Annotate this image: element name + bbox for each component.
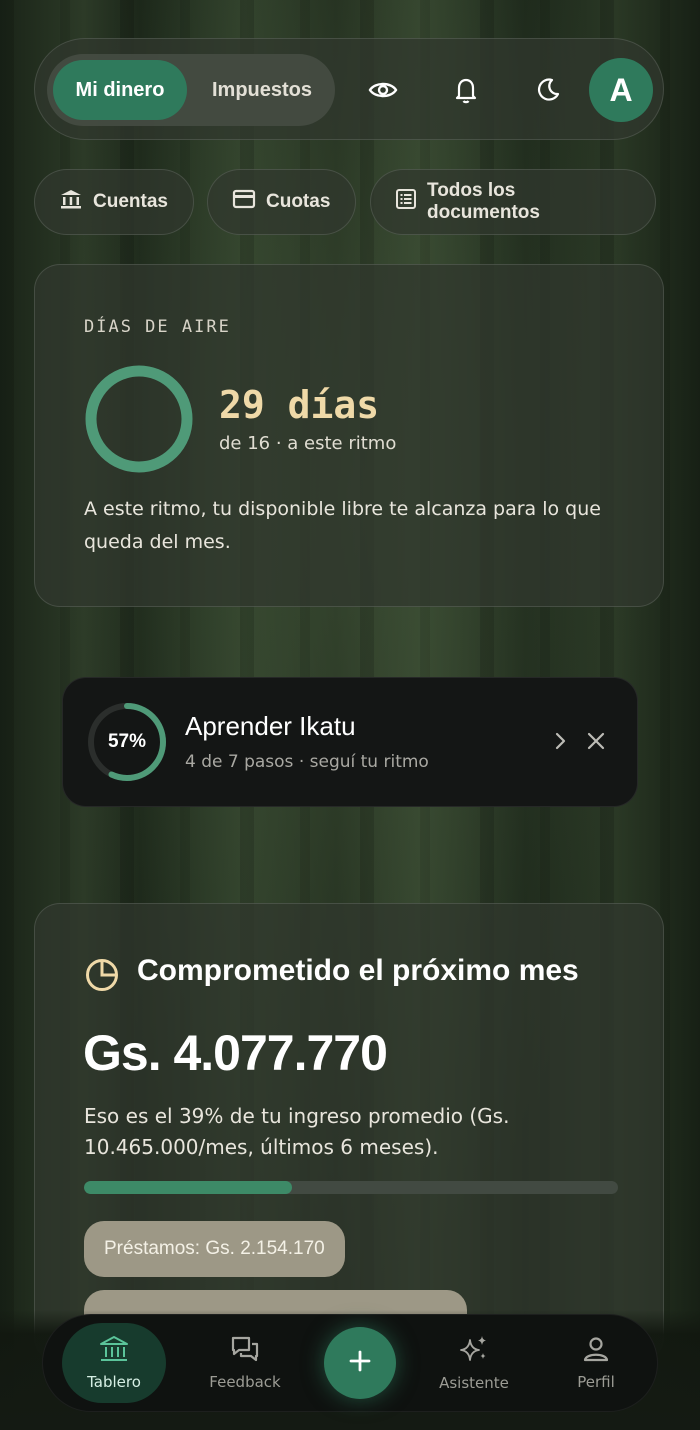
nav-label: Asistente	[439, 1374, 509, 1392]
air-days-eyebrow: DÍAS DE AIRE	[84, 317, 231, 337]
bell-icon[interactable]	[442, 66, 490, 114]
committed-title: Comprometido el próximo mes	[137, 954, 579, 987]
add-button[interactable]	[324, 1327, 396, 1399]
learn-progress-card[interactable]: 57% Aprender Ikatu 4 de 7 pasos · seguí …	[62, 677, 638, 807]
learn-subtitle: 4 de 7 pasos · seguí tu ritmo	[185, 752, 429, 772]
air-days-value: 29 días	[219, 383, 380, 427]
eye-icon[interactable]	[359, 66, 407, 114]
loans-chip[interactable]: Préstamos: Gs. 2.154.170	[84, 1221, 345, 1277]
close-icon[interactable]	[585, 730, 607, 756]
sparkles-icon	[458, 1334, 490, 1368]
quick-link-cuentas[interactable]: Cuentas	[34, 169, 194, 235]
committed-progress-fill	[84, 1181, 293, 1194]
avatar[interactable]: A	[589, 58, 653, 122]
committed-card: Comprometido el próximo mes Gs. 4.077.77…	[34, 903, 664, 1363]
tab-impuestos[interactable]: Impuestos	[197, 60, 327, 120]
top-bar: Mi dinero Impuestos A	[34, 38, 664, 140]
document-list-icon	[395, 188, 417, 216]
card-icon	[232, 189, 256, 215]
user-icon	[582, 1335, 610, 1367]
nav-label: Tablero	[87, 1373, 141, 1391]
bank-icon	[59, 188, 83, 216]
tab-mi-dinero[interactable]: Mi dinero	[53, 60, 187, 120]
moon-icon[interactable]	[524, 66, 572, 114]
quick-link-label: Todos los documentos	[427, 180, 540, 223]
bottom-nav: Tablero Feedback Asistente Perfil	[42, 1314, 658, 1412]
nav-tablero[interactable]: Tablero	[62, 1323, 166, 1403]
chat-icon	[230, 1335, 260, 1367]
nav-label: Feedback	[209, 1373, 281, 1391]
air-days-ring	[85, 365, 193, 473]
chevron-right-icon[interactable]	[549, 730, 571, 756]
quick-link-label: Cuentas	[93, 191, 168, 212]
nav-label: Perfil	[577, 1373, 615, 1391]
committed-progress-bar	[84, 1181, 618, 1194]
air-days-subtitle: de 16 · a este ritmo	[219, 433, 397, 454]
mode-segmented-control: Mi dinero Impuestos	[47, 54, 335, 126]
nav-perfil[interactable]: Perfil	[556, 1323, 636, 1403]
pie-chart-icon	[84, 957, 120, 997]
learn-percent: 57%	[107, 731, 147, 752]
quick-link-label: Cuotas	[266, 191, 331, 212]
nav-asistente[interactable]: Asistente	[428, 1323, 520, 1403]
committed-description: Eso es el 39% de tu ingreso promedio (Gs…	[84, 1104, 510, 1159]
quick-link-documentos[interactable]: Todos los documentos	[370, 169, 656, 235]
nav-feedback[interactable]: Feedback	[197, 1323, 293, 1403]
learn-title: Aprender Ikatu	[185, 711, 356, 741]
quick-link-cuotas[interactable]: Cuotas	[207, 169, 356, 235]
air-days-card: DÍAS DE AIRE 29 días de 16 · a este ritm…	[34, 264, 664, 607]
bank-icon	[99, 1335, 129, 1367]
committed-amount: Gs. 4.077.770	[83, 1025, 388, 1081]
plus-icon	[348, 1349, 372, 1377]
air-days-description: A este ritmo, tu disponible libre te alc…	[84, 498, 601, 553]
